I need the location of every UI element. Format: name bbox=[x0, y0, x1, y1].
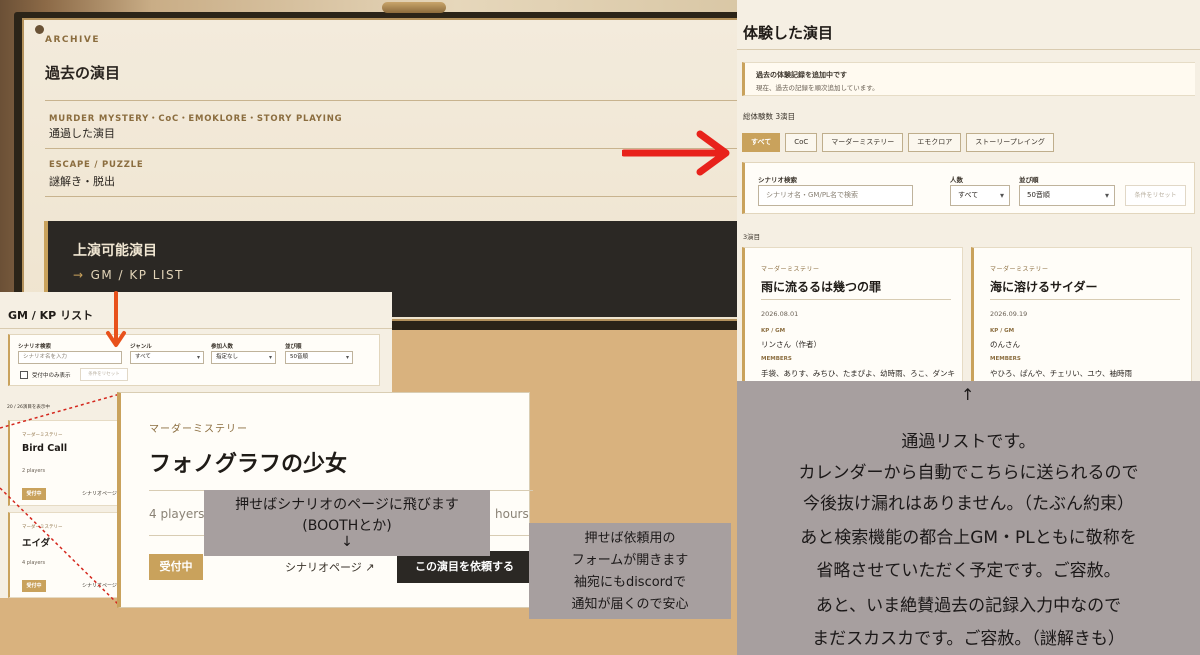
arrow-down-icon: ↓ bbox=[341, 534, 353, 550]
card-category: マーダーミステリー bbox=[761, 266, 820, 273]
tab-emoklore[interactable]: エモクロア bbox=[908, 133, 962, 152]
note-line: 押せば依頼用の bbox=[584, 531, 676, 546]
note-line: (BOOTHとか) bbox=[302, 518, 392, 534]
archive-category-label: ESCAPE / PUZZLE bbox=[49, 160, 144, 170]
accepting-only-label: 受付中のみ表示 bbox=[32, 373, 71, 379]
pin-icon bbox=[35, 25, 44, 34]
divider bbox=[990, 299, 1180, 300]
note-line: 省略させていただく予定です。ご容赦。 bbox=[816, 561, 1121, 581]
notice-title: 過去の体験記録を追加中です bbox=[756, 71, 847, 79]
gm-panel-subtitle: GM / KP LIST bbox=[90, 268, 184, 282]
notice-text: 現在、過去の記録を順次追加しています。 bbox=[756, 84, 879, 92]
genre-label: ジャンル bbox=[130, 344, 152, 350]
note-panel: ↑ 通過リストです。 カレンダーから自動でこちらに送られるので 今後抜け漏れはあ… bbox=[737, 381, 1200, 655]
arrow-up-icon: ↑ bbox=[961, 385, 975, 404]
archive-category-played[interactable]: 通過した演目 bbox=[49, 125, 115, 141]
note-line: あと検索機能の都合上GM・PLともに敬称を bbox=[800, 528, 1137, 548]
archive-title: 過去の演目 bbox=[45, 64, 121, 82]
archive-category-label: MURDER MYSTERY・CoC・EMOKLORE・STORY PLAYIN… bbox=[49, 114, 343, 124]
note-line: 袖宛にもdiscordで bbox=[573, 575, 687, 590]
card-members-label: MEMBERS bbox=[990, 356, 1021, 362]
divider bbox=[45, 100, 745, 101]
page-title: 体験した演目 bbox=[743, 24, 834, 42]
genre-select[interactable]: すべて bbox=[130, 351, 204, 364]
archive-label: ARCHIVE bbox=[45, 35, 100, 45]
red-arrow-down-icon bbox=[106, 291, 126, 347]
arrow-right-icon: → bbox=[73, 268, 85, 282]
reset-button[interactable]: 条件をリセット bbox=[1125, 185, 1186, 206]
people-label: 人数 bbox=[950, 176, 963, 184]
scenario-note-bubble: 押せばシナリオのページに飛びます (BOOTHとか) ↓ bbox=[204, 490, 490, 556]
scenario-search-label: シナリオ検索 bbox=[18, 344, 52, 350]
scenario-page-link[interactable]: シナリオページ ↗ bbox=[285, 559, 375, 575]
note-line: まだスカスカです。ご容赦。（謎解きも） bbox=[812, 629, 1125, 649]
card-category: マーダーミステリー bbox=[149, 424, 248, 435]
note-line: 押せばシナリオのページに飛びます bbox=[235, 497, 459, 513]
card-title: フォノグラフの少女 bbox=[149, 452, 348, 477]
card-kp: リンさん（作者） bbox=[761, 340, 821, 349]
filter-tabs: すべて CoC マーダーミステリー エモクロア ストーリープレイング bbox=[742, 133, 1054, 152]
divider bbox=[0, 328, 392, 329]
sort-label: 並び順 bbox=[1019, 176, 1039, 184]
card-date: 2026.09.19 bbox=[990, 310, 1028, 318]
gm-panel-title: 上演可能演目 bbox=[73, 243, 157, 259]
people-select[interactable]: すべて bbox=[950, 185, 1010, 206]
card-members-label: MEMBERS bbox=[761, 356, 792, 362]
card-kp-label: KP / GM bbox=[990, 328, 1015, 334]
note-line: フォームが開きます bbox=[571, 553, 689, 568]
sort-select[interactable]: 50音順 bbox=[1019, 185, 1115, 206]
divider bbox=[761, 299, 951, 300]
note-line: 今後抜け漏れはありません。（たぶん約束） bbox=[803, 494, 1134, 514]
divider bbox=[45, 196, 745, 197]
card-kp-label: KP / GM bbox=[761, 328, 786, 334]
tab-coc[interactable]: CoC bbox=[785, 133, 818, 152]
page-title: GM / KP リスト bbox=[8, 309, 94, 322]
card-title: 海に溶けるサイダー bbox=[990, 280, 1098, 294]
zoom-indicator-lines bbox=[0, 393, 121, 607]
played-list-page: 体験した演目 過去の体験記録を追加中です 現在、過去の記録を順次追加しています。… bbox=[737, 0, 1200, 397]
search-panel: シナリオ検索 シナリオ名を入力 ジャンル すべて 参加人数 指定なし 並び順 5… bbox=[8, 334, 380, 386]
people-select[interactable]: 指定なし bbox=[211, 351, 276, 364]
notice-box: 過去の体験記録を追加中です 現在、過去の記録を順次追加しています。 bbox=[742, 62, 1195, 96]
tab-all[interactable]: すべて bbox=[742, 133, 781, 152]
note-line: カレンダーから自動でこちらに送られるので bbox=[798, 463, 1139, 483]
status-badge: 受付中 bbox=[149, 554, 203, 580]
card-title: 雨に流るるは幾つの罪 bbox=[761, 280, 882, 294]
card-members: やひろ、ぱんや、チェリい、ユウ、袖時雨 bbox=[990, 369, 1133, 378]
card-hours: hours bbox=[495, 507, 529, 521]
tab-murder-mystery[interactable]: マーダーミステリー bbox=[822, 133, 904, 152]
card-date: 2026.08.01 bbox=[761, 310, 799, 318]
gm-panel-link[interactable]: → GM / KP LIST bbox=[73, 268, 184, 282]
card-players: 4 players bbox=[149, 507, 205, 521]
red-arrow-right-icon bbox=[622, 130, 730, 176]
divider bbox=[737, 49, 1200, 50]
people-label: 参加人数 bbox=[211, 344, 234, 350]
accepting-only-checkbox[interactable] bbox=[20, 371, 28, 379]
scenario-search-input[interactable]: シナリオ名・GM/PL名で検索 bbox=[758, 185, 913, 206]
card-kp: のんさん bbox=[990, 340, 1020, 349]
tab-story-playing[interactable]: ストーリープレイング bbox=[966, 133, 1054, 152]
request-note-bubble: 押せば依頼用の フォームが開きます 袖宛にもdiscordで 通知が届くので安心 bbox=[529, 523, 731, 619]
played-card[interactable]: マーダーミステリー 雨に流るるは幾つの罪 2026.08.01 KP / GM … bbox=[742, 247, 963, 397]
note-line: あと、いま絶賛過去の記録入力中なので bbox=[815, 596, 1122, 616]
result-count: 3演目 bbox=[743, 233, 761, 241]
sort-label: 並び順 bbox=[285, 344, 302, 350]
scenario-search-label: シナリオ検索 bbox=[758, 176, 797, 184]
note-line: 通過リストです。 bbox=[901, 432, 1036, 452]
board-hanger bbox=[382, 2, 446, 13]
sort-select[interactable]: 50音順 bbox=[285, 351, 353, 364]
card-category: マーダーミステリー bbox=[990, 266, 1049, 273]
played-card[interactable]: マーダーミステリー 海に溶けるサイダー 2026.09.19 KP / GM の… bbox=[971, 247, 1192, 397]
total-count: 総体験数 3演目 bbox=[743, 112, 796, 121]
search-panel: シナリオ検索 シナリオ名・GM/PL名で検索 人数 すべて 並び順 50音順 条… bbox=[742, 162, 1195, 214]
note-line: 通知が届くので安心 bbox=[571, 597, 689, 612]
archive-category-escape[interactable]: 謎解き・脱出 bbox=[49, 173, 115, 189]
